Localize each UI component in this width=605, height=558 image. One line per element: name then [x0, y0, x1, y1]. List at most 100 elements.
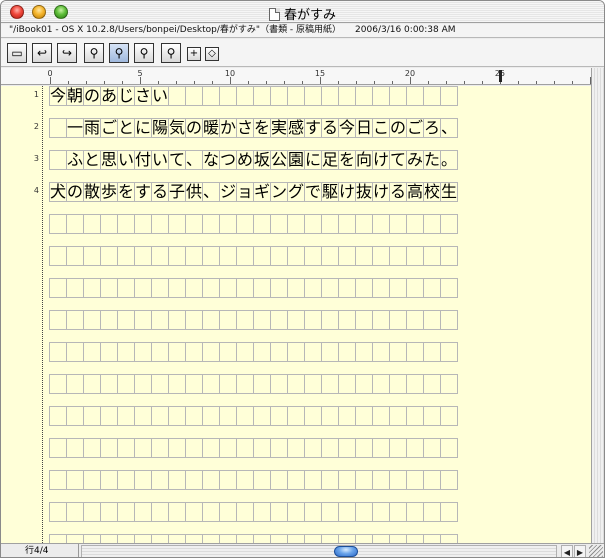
grid-cell [321, 502, 339, 522]
grid-cell [117, 246, 135, 266]
grid-cell [321, 214, 339, 234]
scroll-right-arrow-icon[interactable]: ▶ [574, 545, 586, 557]
grid-cell: 歩 [100, 182, 118, 202]
grid-cell [236, 406, 254, 426]
scroll-left-arrow-icon[interactable]: ◀ [561, 545, 573, 557]
grid-cell [321, 86, 339, 106]
grid-cell [117, 278, 135, 298]
grid-cell [134, 502, 152, 522]
grid-cell [338, 342, 356, 362]
grid-cell [270, 534, 288, 543]
grid-cell [321, 534, 339, 543]
grid-cell [389, 86, 407, 106]
grid-cell [49, 150, 67, 170]
grid-cell [202, 86, 220, 106]
document-path: "/iBook01 - OS X 10.2.8/Users/bonpei/Des… [9, 25, 342, 35]
grid-cell [355, 246, 373, 266]
redo-icon[interactable]: ↪ [57, 43, 77, 63]
grid-cell [270, 86, 288, 106]
grid-cell: 供 [185, 182, 203, 202]
grid-cell [151, 374, 169, 394]
find-previous-icon[interactable]: ⚲ [161, 43, 181, 63]
diamond-icon[interactable]: ◇ [205, 47, 219, 61]
grid-cell [134, 310, 152, 330]
grid-cell [287, 470, 305, 490]
grid-cell: 今 [49, 86, 67, 106]
grid-cell: を [117, 182, 135, 202]
grid-cell: 校 [423, 182, 441, 202]
line-number: 4 [33, 186, 39, 195]
grid-cell [304, 406, 322, 426]
grid-cell [440, 502, 458, 522]
grid-cell [66, 310, 84, 330]
ruler-tick [428, 81, 429, 84]
grid-cells [49, 342, 483, 362]
ruler-tick [176, 81, 177, 84]
grid-cell [389, 214, 407, 234]
grid-cell [202, 278, 220, 298]
grid-cell [440, 246, 458, 266]
document-timestamp: 2006/3/16 0:00:38 AM [355, 25, 456, 35]
grid-cell: 感 [287, 118, 305, 138]
grid-cell: か [219, 118, 237, 138]
grid-cell [321, 470, 339, 490]
grid-cell [49, 342, 67, 362]
grid-cell [168, 502, 186, 522]
right-margin-marker-icon[interactable] [499, 70, 502, 82]
grid-cell [355, 310, 373, 330]
grid-cell: 今 [338, 118, 356, 138]
plus-icon[interactable]: + [187, 47, 201, 61]
grid-cell [219, 86, 237, 106]
resize-grip-icon[interactable] [589, 545, 603, 557]
grid-cell [372, 246, 390, 266]
grid-cell [134, 534, 152, 543]
grid-cell [372, 438, 390, 458]
grid-cell [321, 310, 339, 330]
ruler-tick [50, 77, 51, 84]
vertical-scrollbar[interactable] [591, 68, 604, 543]
grid-cell [355, 470, 373, 490]
horizontal-scrollbar[interactable] [81, 545, 557, 557]
grid-cell [372, 214, 390, 234]
grid-cell [185, 214, 203, 234]
find-replace-icon[interactable]: ⚲ [109, 43, 129, 63]
manuscript-paper[interactable]: 1 今朝のあじさい 2 一雨ごとに陽気の暖かさを実感する今日このごろ、 3 ふと思い付いて… [1, 86, 591, 543]
grid-cells: 犬の散歩をする子供、ジョギングで駆け抜ける高校生 [49, 182, 483, 202]
grid-cell [389, 278, 407, 298]
grid-cell [134, 406, 152, 426]
save-icon[interactable]: ▭ [7, 43, 27, 63]
grid-cell: つ [219, 150, 237, 170]
ruler-label: 5 [137, 69, 143, 78]
grid-cell [202, 406, 220, 426]
grid-cell [117, 502, 135, 522]
grid-cell: ジ [219, 182, 237, 202]
grid-cell [389, 470, 407, 490]
grid-cell [372, 310, 390, 330]
grid-cell [440, 534, 458, 543]
grid-cell [355, 502, 373, 522]
grid-cell [440, 438, 458, 458]
find-icon[interactable]: ⚲ [84, 43, 104, 63]
horizontal-scroll-thumb[interactable] [334, 546, 358, 557]
grid-cell [355, 214, 373, 234]
grid-cell [287, 406, 305, 426]
find-next-icon[interactable]: ⚲ [134, 43, 154, 63]
grid-cell [338, 534, 356, 543]
ruler-tick [356, 81, 357, 84]
title-bar[interactable]: 春がすみ [1, 1, 604, 23]
grid-cell [338, 406, 356, 426]
grid-cell [66, 214, 84, 234]
ruler-tick [68, 81, 69, 84]
grid-cell: の [389, 118, 407, 138]
grid-cell [423, 438, 441, 458]
line-indicator: 行4/4 [1, 544, 79, 557]
undo-icon[interactable]: ↩ [32, 43, 52, 63]
grid-cell [423, 374, 441, 394]
grid-cell [168, 534, 186, 543]
grid-cell [440, 374, 458, 394]
grid-cell [389, 406, 407, 426]
grid-cell [253, 278, 271, 298]
grid-cell: す [304, 118, 322, 138]
ruler-tick [554, 81, 555, 84]
grid-cell [372, 342, 390, 362]
